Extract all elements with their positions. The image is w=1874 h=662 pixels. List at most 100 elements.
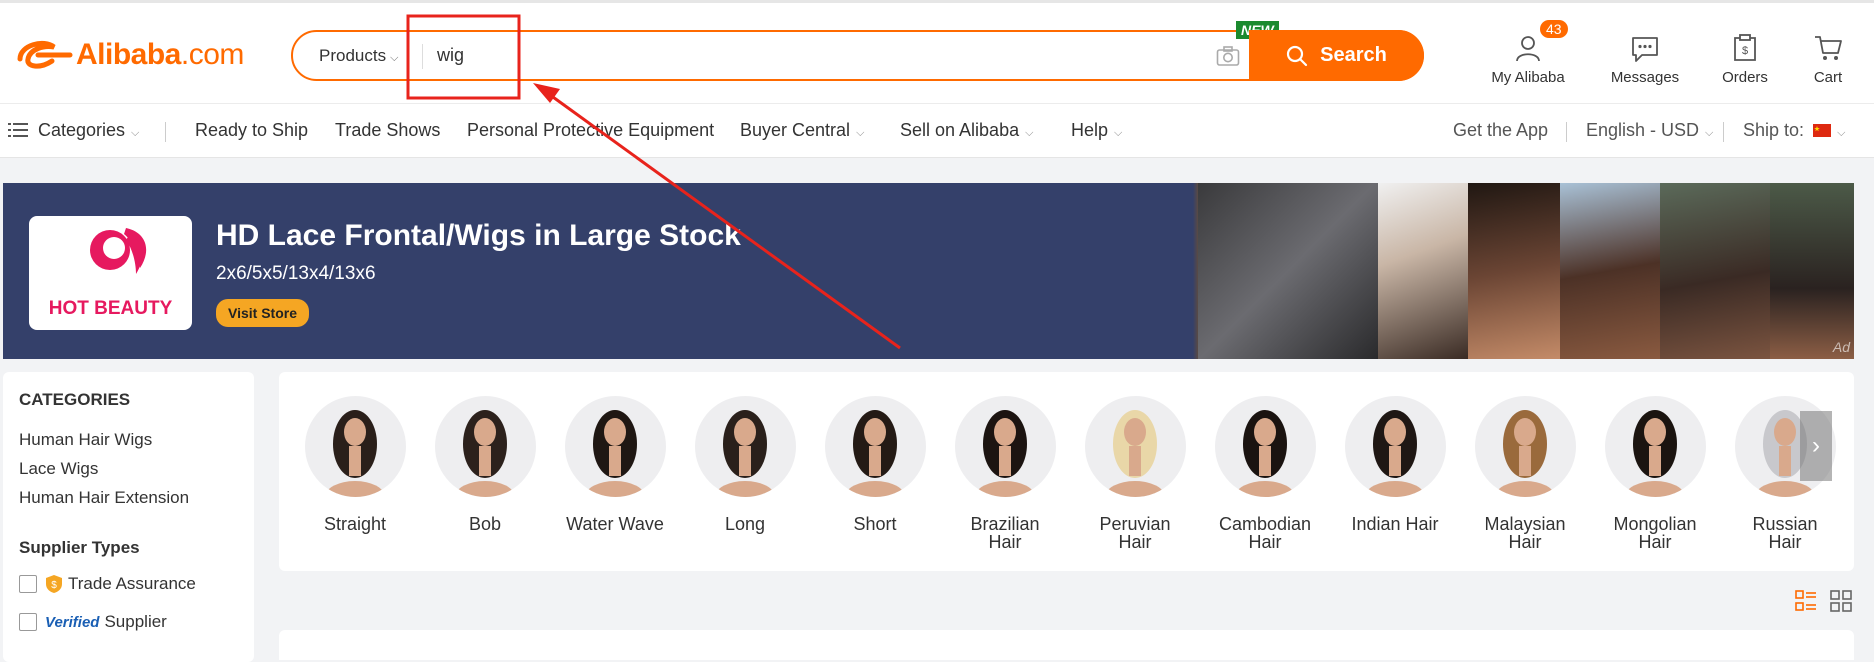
- hot-beauty-logo-icon: [89, 228, 146, 274]
- nav-trade-shows[interactable]: Trade Shows: [335, 120, 440, 141]
- orders-label: Orders: [1722, 69, 1768, 86]
- categories-heading: CATEGORIES: [19, 390, 131, 409]
- wig-category-label: Brazilian: [970, 514, 1040, 534]
- wig-category-thumbnail: [434, 396, 536, 497]
- nav-sell-on-alibaba-label: Sell on Alibaba: [900, 120, 1020, 140]
- supplier-label: Supplier: [104, 612, 167, 631]
- wig-category-item[interactable]: Indian Hair: [1335, 396, 1455, 533]
- wig-category-item[interactable]: Short: [815, 396, 935, 533]
- wig-category-thumbnail: [824, 396, 926, 497]
- wig-category-label: Russian: [1752, 514, 1818, 534]
- checkbox[interactable]: [19, 613, 37, 631]
- wig-category-item[interactable]: Brazilian Hair: [945, 396, 1065, 551]
- orders-link[interactable]: $ Orders: [1717, 31, 1773, 86]
- wig-category-thumbnail: [304, 396, 406, 497]
- promo-banner[interactable]: HOT BEAUTY HD Lace Frontal/Wigs in Large…: [3, 183, 1854, 359]
- trade-assurance-filter[interactable]: $ Trade Assurance: [19, 574, 238, 594]
- wig-category-label: Bob: [468, 514, 502, 534]
- carousel-next-arrow[interactable]: ›: [1800, 411, 1832, 481]
- list-view-icon[interactable]: [1795, 590, 1817, 612]
- search-icon: [1287, 45, 1308, 66]
- wig-category-thumbnail: [1214, 396, 1316, 497]
- filter-sidebar: CATEGORIES Human Hair Wigs Lace Wigs Hum…: [3, 372, 254, 662]
- category-link-human-hair-wigs[interactable]: Human Hair Wigs: [19, 430, 238, 450]
- wig-category-item[interactable]: Cambodian Hair: [1205, 396, 1325, 551]
- chevron-down-icon: ⌵: [856, 127, 865, 139]
- wig-category-item[interactable]: Straight: [295, 396, 415, 533]
- nav-personal-protective-equipment[interactable]: Personal Protective Equipment: [467, 120, 714, 141]
- results-panel: [279, 630, 1854, 660]
- nav-help[interactable]: Help ⌵: [1071, 120, 1122, 141]
- verified-supplier-filter[interactable]: Verified Supplier: [19, 612, 238, 632]
- ship-to-select[interactable]: Ship to: ⌵: [1743, 120, 1845, 141]
- nav-sell-on-alibaba[interactable]: Sell on Alibaba ⌵: [900, 120, 1033, 141]
- wig-category-label: Mongolian: [1613, 514, 1697, 534]
- wig-category-label-line2: Hair: [1508, 532, 1542, 552]
- user-icon: [1516, 36, 1540, 62]
- banner-title: HD Lace Frontal/Wigs in Large Stock: [216, 219, 741, 252]
- wig-category-label: Malaysian: [1484, 514, 1566, 534]
- nav-divider: [1566, 122, 1567, 142]
- visit-store-button[interactable]: Visit Store: [216, 299, 309, 327]
- messages-link[interactable]: Messages: [1605, 31, 1685, 86]
- wig-category-thumbnail: [1084, 396, 1186, 497]
- checkbox[interactable]: [19, 575, 37, 593]
- wig-category-label-line2: Hair: [1118, 532, 1152, 552]
- categories-menu[interactable]: Categories ⌵: [8, 120, 139, 141]
- wig-category-carousel: Straight Bob Water Wave Long Short Brazilian H…: [279, 372, 1854, 571]
- alibaba-logo[interactable]: Alibaba.com: [14, 37, 244, 73]
- get-the-app-link[interactable]: Get the App: [1453, 120, 1548, 141]
- trade-assurance-icon: $: [46, 575, 62, 593]
- cart-icon: [1815, 36, 1842, 60]
- wig-category-item[interactable]: Mongolian Hair: [1595, 396, 1715, 551]
- wig-category-label-line2: Hair: [1768, 532, 1802, 552]
- category-link-human-hair-extension[interactable]: Human Hair Extension: [19, 488, 238, 508]
- wig-category-thumbnail: [564, 396, 666, 497]
- nav-buyer-central[interactable]: Buyer Central ⌵: [740, 120, 864, 141]
- wig-category-label: Long: [724, 514, 766, 534]
- chevron-down-icon: ⌵: [1114, 127, 1123, 139]
- banner-product-photos: Ad: [1193, 183, 1854, 359]
- search-category-select[interactable]: Products ⌵: [293, 32, 423, 79]
- wig-category-item[interactable]: Peruvian Hair: [1075, 396, 1195, 551]
- category-link-lace-wigs[interactable]: Lace Wigs: [19, 459, 238, 479]
- wig-category-item[interactable]: Long: [685, 396, 805, 533]
- search-button[interactable]: Search: [1249, 30, 1424, 81]
- chevron-down-icon: ⌵: [1025, 127, 1034, 139]
- wig-category-label-line2: Hair: [1638, 532, 1672, 552]
- wig-category-item[interactable]: Bob: [425, 396, 545, 533]
- main-nav: Categories ⌵ Ready to Ship Trade Shows Pe…: [0, 104, 1874, 158]
- search-input[interactable]: wig: [437, 32, 464, 79]
- wig-category-item[interactable]: Water Wave: [555, 396, 675, 533]
- ship-to-label: Ship to:: [1743, 120, 1805, 140]
- wig-category-label: Straight: [323, 514, 387, 534]
- top-header: Alibaba.com Products⌵ wig NEW Search 43 …: [0, 0, 1874, 104]
- grid-view-icon[interactable]: [1830, 590, 1852, 612]
- wig-category-label: Cambodian: [1218, 514, 1312, 534]
- menu-list-icon: [8, 123, 28, 137]
- language-currency-label: English - USD: [1586, 120, 1700, 140]
- wig-category-item[interactable]: Malaysian Hair: [1465, 396, 1585, 551]
- wig-category-label-line2: Hair: [988, 532, 1022, 552]
- my-alibaba-label: My Alibaba: [1491, 69, 1565, 86]
- nav-ready-to-ship[interactable]: Ready to Ship: [195, 120, 308, 141]
- wig-category-label: Indian Hair: [1351, 514, 1439, 534]
- my-alibaba-link[interactable]: 43 My Alibaba: [1488, 20, 1568, 86]
- chevron-down-icon: ⌵: [390, 52, 399, 64]
- alibaba-logo-icon: [17, 41, 73, 69]
- cart-link[interactable]: Cart: [1810, 31, 1846, 86]
- svg-text:$: $: [51, 580, 57, 591]
- camera-icon[interactable]: [1216, 45, 1240, 67]
- country-flag-icon: [1813, 124, 1832, 137]
- nav-divider: [1723, 122, 1724, 142]
- search-button-label: Search: [1320, 44, 1387, 66]
- wig-category-thumbnail: [1344, 396, 1446, 497]
- language-currency-select[interactable]: English - USD ⌵: [1586, 120, 1713, 141]
- chevron-down-icon: ⌵: [131, 127, 140, 139]
- logo-suffix: .com: [180, 38, 245, 71]
- banner-subtitle: 2x6/5x5/13x4/13x6: [216, 263, 376, 284]
- wig-category-thumbnail: [1474, 396, 1576, 497]
- messages-icon: [1632, 37, 1658, 62]
- wig-category-label-line2: Hair: [1248, 532, 1282, 552]
- wig-category-thumbnail: [694, 396, 796, 497]
